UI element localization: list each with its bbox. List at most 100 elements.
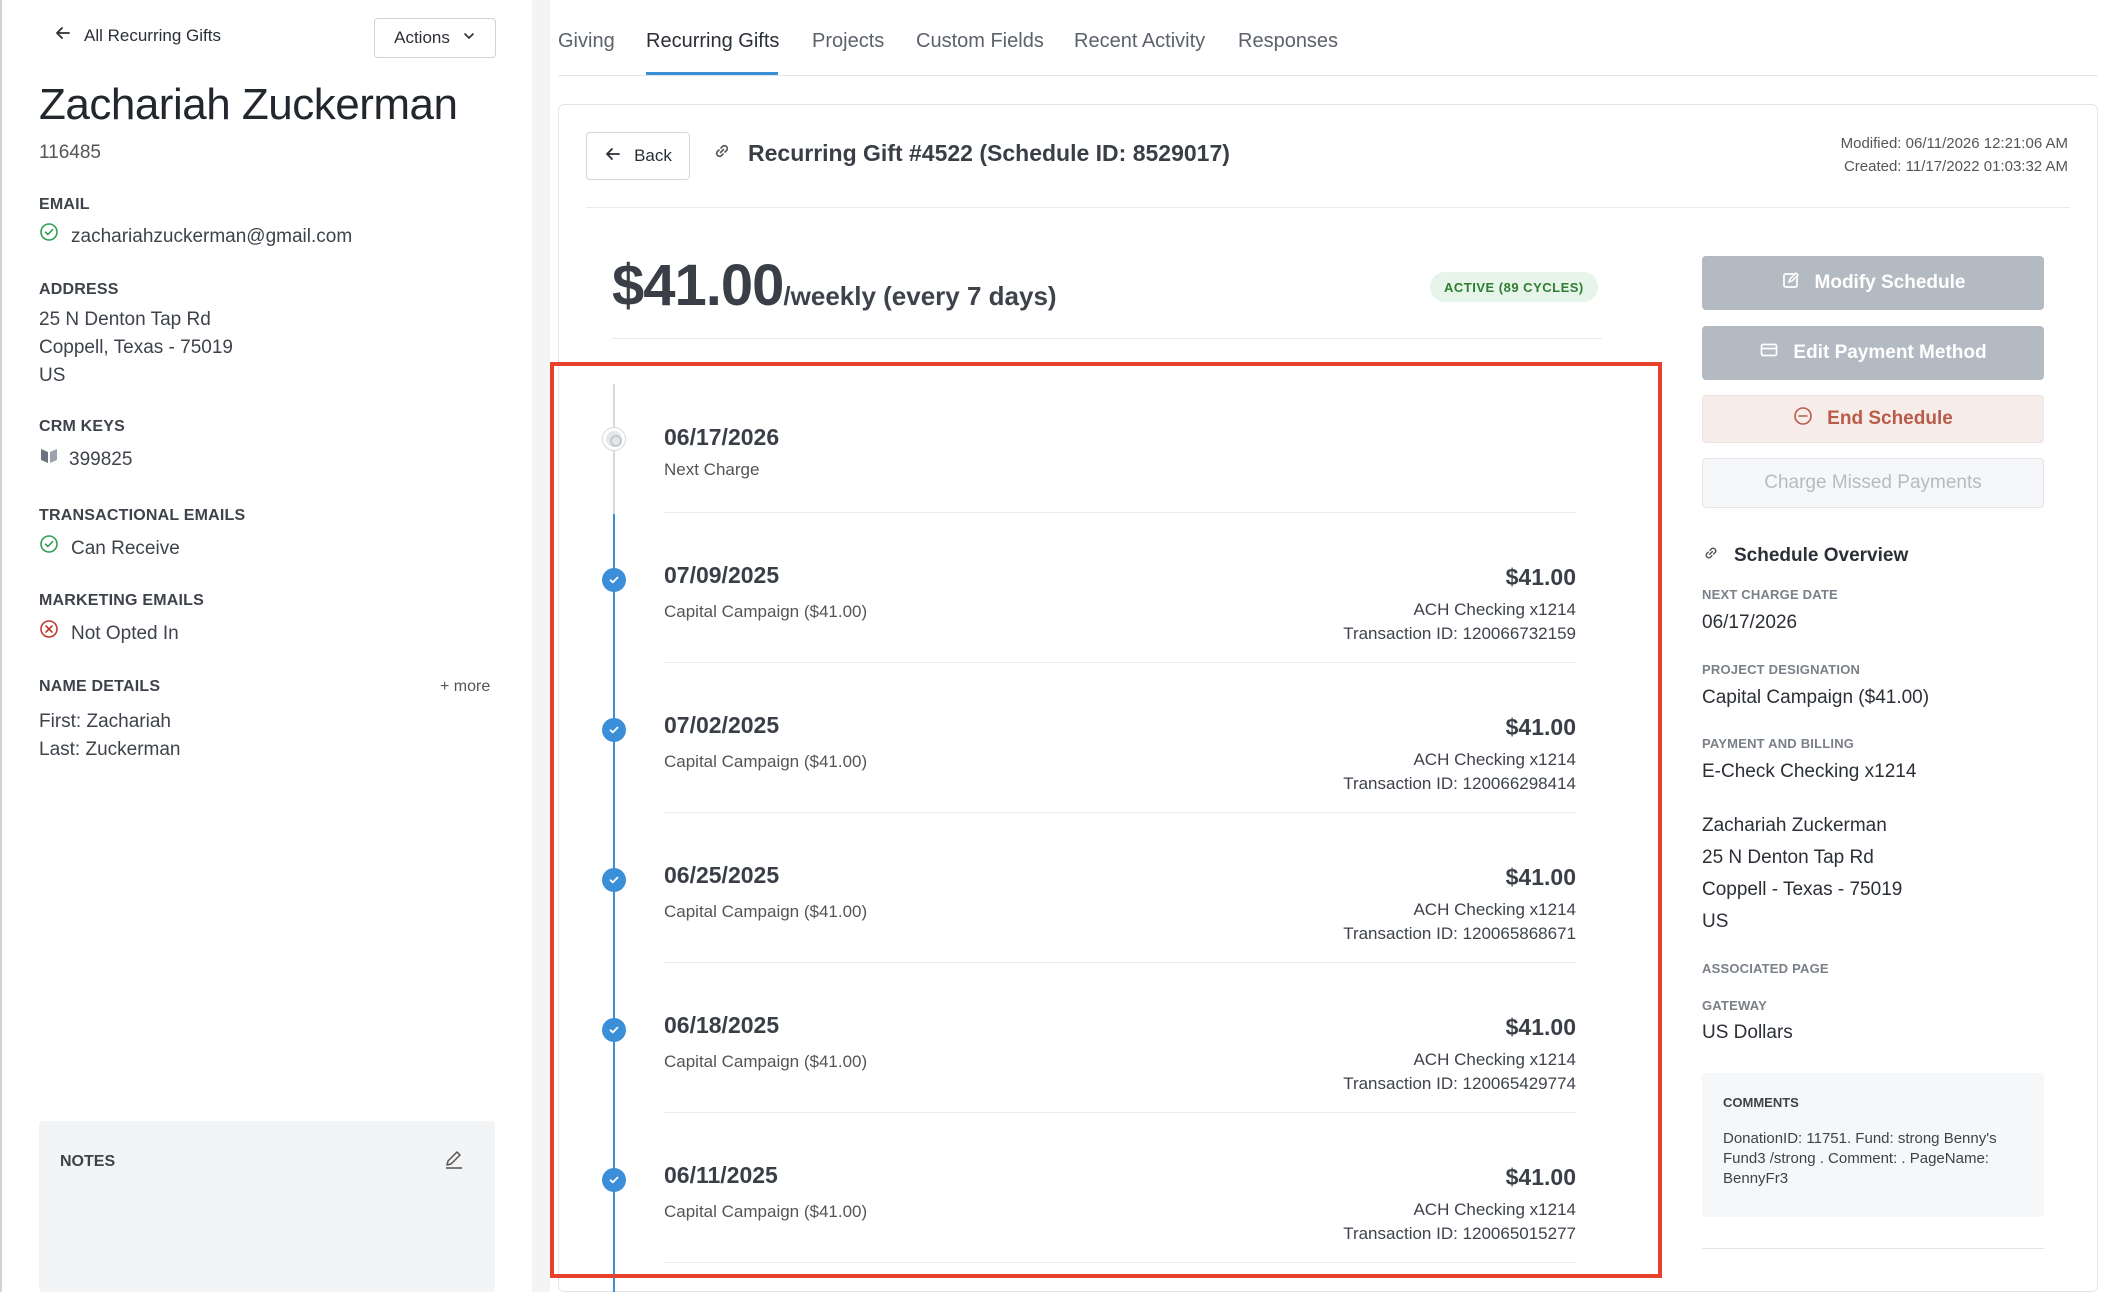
entry-date: 06/11/2025 [664, 1162, 778, 1188]
tab-projects[interactable]: Projects [812, 30, 884, 53]
chevron-down-icon [462, 28, 476, 48]
timeline-separator [664, 662, 1576, 663]
associated-page-label: ASSOCIATED PAGE [1702, 961, 1829, 976]
schedule-overview-title: Schedule Overview [1734, 545, 1909, 566]
arrow-left-icon [54, 24, 72, 47]
pending-dot-icon [603, 428, 625, 450]
billing-name: Zachariah Zuckerman [1702, 815, 1887, 836]
timeline-entry: 06/18/2025 Capital Campaign ($41.00) $41… [600, 1002, 1576, 1152]
link-icon[interactable] [712, 140, 732, 167]
entry-amount: $41.00 [1505, 864, 1576, 890]
entry-date: 06/25/2025 [664, 862, 780, 888]
email-row: zachariahzuckerman@gmail.com [39, 222, 352, 251]
entry-date: 06/18/2025 [664, 1012, 780, 1038]
actions-dropdown[interactable]: Actions [374, 18, 496, 58]
entry-description: Capital Campaign ($41.00) [664, 902, 868, 921]
tab-responses[interactable]: Responses [1238, 30, 1338, 53]
tab-recurring-gifts[interactable]: Recurring Gifts [646, 30, 779, 53]
transactional-emails-label: TRANSACTIONAL EMAILS [39, 507, 246, 524]
check-circle-icon [39, 534, 59, 563]
timeline-separator [664, 1112, 1576, 1113]
all-recurring-gifts-link[interactable]: All Recurring Gifts [54, 24, 221, 47]
edit-box-icon [1781, 270, 1801, 296]
tab-custom-fields[interactable]: Custom Fields [916, 30, 1044, 53]
entry-amount: $41.00 [1505, 714, 1576, 740]
comments-text: DonationID: 11751. Fund: strong Benny's … [1723, 1130, 1997, 1187]
entry-transaction-id: Transaction ID: 120065015277 [1343, 1224, 1576, 1243]
next-charge-label: Next Charge [664, 460, 760, 479]
check-circle-icon [39, 222, 59, 251]
entry-amount: $41.00 [1505, 1164, 1576, 1190]
more-link[interactable]: + more [440, 678, 490, 696]
check-dot-icon [602, 568, 626, 592]
address-line-2: Coppell, Texas - 75019 [39, 337, 233, 358]
marketing-emails-value: Not Opted In [71, 622, 179, 644]
timeline-entry: 06/25/2025 Capital Campaign ($41.00) $41… [600, 852, 1576, 1002]
gift-title-row: Recurring Gift #4522 (Schedule ID: 85290… [712, 140, 1230, 167]
modified-timestamp: Modified: 06/11/2026 12:21:06 AM [1840, 135, 2068, 152]
notes-panel: NOTES [39, 1121, 495, 1292]
created-timestamp: Created: 11/17/2022 01:03:32 AM [1843, 158, 2068, 175]
project-designation-value: Capital Campaign ($41.00) [1702, 687, 1930, 708]
edit-payment-method-button[interactable]: Edit Payment Method [1702, 326, 2044, 380]
donor-panel: All Recurring Gifts Actions Zachariah Zu… [0, 0, 532, 1292]
charge-missed-payments-button[interactable]: Charge Missed Payments [1702, 458, 2044, 508]
entry-date: 07/09/2025 [664, 562, 780, 588]
payment-billing-value: E-Check Checking x1214 [1702, 761, 1917, 782]
back-button[interactable]: Back [586, 132, 690, 180]
gateway-label: GATEWAY [1702, 998, 1767, 1013]
timeline-entry: 07/09/2025 Capital Campaign ($41.00) $41… [600, 552, 1576, 702]
entry-payment-method: ACH Checking x1214 [1413, 600, 1576, 619]
end-schedule-button[interactable]: End Schedule [1702, 395, 2044, 443]
x-circle-icon [39, 619, 59, 648]
entry-transaction-id: Transaction ID: 120065429774 [1343, 1074, 1576, 1093]
next-charge-date: 06/17/2026 [664, 424, 780, 450]
billing-address-line-1: 25 N Denton Tap Rd [1702, 847, 1874, 868]
payment-billing-label: PAYMENT AND BILLING [1702, 736, 1855, 751]
crm-key-value: 399825 [69, 448, 133, 470]
timeline-separator [664, 812, 1576, 813]
check-dot-icon [602, 1018, 626, 1042]
transactional-emails-value: Can Receive [71, 537, 180, 559]
billing-address-line-2: Coppell - Texas - 75019 [1702, 879, 1903, 900]
entry-amount: $41.00 [1505, 1014, 1576, 1040]
actions-label: Actions [394, 28, 450, 47]
gateway-value: US Dollars [1702, 1022, 1793, 1043]
panel-gutter [532, 0, 550, 1292]
tab-recent-activity[interactable]: Recent Activity [1074, 30, 1205, 53]
divider [586, 207, 2070, 208]
divider [1702, 1248, 2044, 1249]
transactional-emails-row: Can Receive [39, 534, 180, 563]
email-value[interactable]: zachariahzuckerman@gmail.com [71, 223, 352, 251]
entry-date: 07/02/2025 [664, 712, 780, 738]
entry-description: Capital Campaign ($41.00) [664, 752, 868, 771]
edit-payment-method-label: Edit Payment Method [1793, 342, 1987, 363]
modify-schedule-button[interactable]: Modify Schedule [1702, 256, 2044, 310]
check-dot-icon [602, 718, 626, 742]
gift-meta: Modified: 06/11/2026 12:21:06 AM Created… [1841, 132, 2068, 178]
entry-amount: $41.00 [1505, 564, 1576, 590]
tab-bar: Giving Recurring Gifts Projects Custom F… [558, 0, 2098, 76]
pencil-icon[interactable] [443, 1149, 465, 1176]
entry-transaction-id: Transaction ID: 120065868671 [1343, 924, 1576, 943]
schedule-overview-heading: Schedule Overview [1702, 544, 1908, 568]
comments-panel: COMMENTS DonationID: 11751. Fund: strong… [1702, 1073, 2044, 1217]
check-dot-icon [602, 868, 626, 892]
tab-giving[interactable]: Giving [558, 30, 615, 53]
entry-payment-method: ACH Checking x1214 [1413, 1200, 1576, 1219]
crm-keys-row: 399825 [39, 445, 132, 474]
crm-logo-icon [39, 445, 59, 474]
entry-payment-method: ACH Checking x1214 [1413, 900, 1576, 919]
arrow-left-icon [604, 145, 622, 168]
credit-card-icon [1759, 340, 1779, 366]
billing-address-line-3: US [1702, 911, 1729, 932]
address-label: ADDRESS [39, 281, 119, 298]
comments-label: COMMENTS [1723, 1095, 1799, 1110]
entry-transaction-id: Transaction ID: 120066732159 [1343, 624, 1576, 643]
charge-missed-label: Charge Missed Payments [1764, 472, 1982, 493]
notes-label: NOTES [60, 1153, 116, 1170]
address-line-1: 25 N Denton Tap Rd [39, 309, 211, 330]
entry-payment-method: ACH Checking x1214 [1413, 750, 1576, 769]
timeline-entry: 07/02/2025 Capital Campaign ($41.00) $41… [600, 702, 1576, 852]
donor-name: Zachariah Zuckerman [39, 80, 458, 129]
